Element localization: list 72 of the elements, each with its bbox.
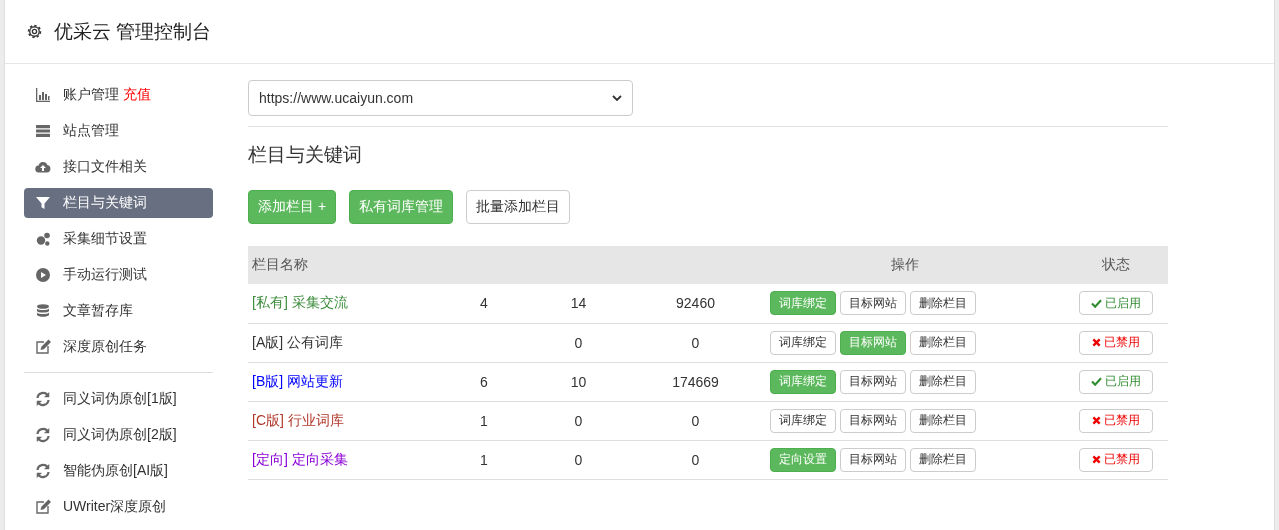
- action-button[interactable]: 批量添加栏目: [466, 190, 571, 224]
- column-header: 栏目名称: [248, 246, 433, 284]
- operation-button[interactable]: 删除栏目: [910, 369, 976, 394]
- operation-button[interactable]: 删除栏目: [910, 330, 976, 355]
- check-icon: [1091, 298, 1102, 308]
- sidebar-item[interactable]: 接口文件相关: [24, 152, 213, 182]
- cross-icon: [1092, 416, 1101, 425]
- status-button[interactable]: 已禁用: [1079, 408, 1153, 433]
- sidebar-item[interactable]: 采集细节设置: [24, 224, 213, 254]
- sidebar-item[interactable]: 同义词伪原创[2版]: [24, 420, 213, 450]
- operation-button[interactable]: 删除栏目: [910, 408, 976, 433]
- app-title: 优采云 管理控制台: [54, 19, 212, 44]
- sidebar-item[interactable]: 手动运行测试: [24, 260, 213, 290]
- server-icon: [35, 123, 51, 139]
- settings-icon: [25, 22, 44, 41]
- table-cell: 1: [480, 451, 488, 468]
- table-cell: 10: [570, 373, 587, 390]
- table-cell: 0: [574, 334, 583, 351]
- operation-button[interactable]: 词库绑定: [770, 408, 836, 433]
- column-name: [定向] 定向采集: [252, 450, 348, 467]
- table-cell: 174669: [672, 373, 719, 390]
- database-icon: [35, 303, 51, 319]
- cross-icon: [1092, 455, 1101, 464]
- refresh-icon: [35, 463, 51, 479]
- refresh-icon: [35, 391, 51, 407]
- chevron-down-icon: [612, 95, 622, 101]
- status-button[interactable]: 已禁用: [1079, 447, 1153, 472]
- sidebar-item[interactable]: 栏目与关键词: [24, 188, 213, 218]
- table-cell: 14: [570, 295, 587, 312]
- operation-button[interactable]: 删除栏目: [910, 291, 976, 316]
- column-header: 状态: [1064, 246, 1168, 284]
- site-select[interactable]: https://www.ucaiyun.com: [248, 80, 633, 116]
- operation-button[interactable]: 词库绑定: [770, 330, 836, 355]
- sidebar-item[interactable]: 深度原创任务: [24, 332, 213, 362]
- sidebar-item[interactable]: 账户管理 充值: [24, 80, 213, 110]
- check-icon: [1091, 377, 1102, 386]
- edit-icon: [35, 499, 51, 515]
- table-cell: 0: [691, 451, 700, 468]
- cloud-upload-icon: [35, 159, 51, 175]
- bar-chart-icon: [35, 87, 51, 103]
- status-button[interactable]: 已禁用: [1079, 330, 1153, 355]
- operation-button[interactable]: 目标网站: [840, 291, 906, 316]
- sidebar-item[interactable]: 智能伪原创[AI版]: [24, 456, 213, 486]
- table-cell: 0: [574, 451, 583, 468]
- sidebar-item[interactable]: 文章暂存库: [24, 296, 213, 326]
- status-button[interactable]: 已启用: [1079, 369, 1153, 394]
- table-cell: 6: [480, 373, 488, 390]
- edit-icon: [35, 339, 51, 355]
- cross-icon: [1092, 338, 1101, 347]
- sidebar-item[interactable]: 站点管理: [24, 116, 213, 146]
- column-name: [C版] 行业词库: [252, 411, 344, 428]
- table-cell: 1: [480, 412, 488, 429]
- table-cell: 4: [480, 295, 488, 312]
- sidebar-item[interactable]: UWriter深度原创: [24, 492, 213, 522]
- operation-button[interactable]: 删除栏目: [910, 447, 976, 472]
- table-cell: 0: [691, 412, 700, 429]
- operation-button[interactable]: 目标网站: [840, 369, 906, 394]
- play-icon: [35, 267, 51, 283]
- section-title: 栏目与关键词: [248, 143, 363, 167]
- operation-button[interactable]: 目标网站: [840, 408, 906, 433]
- column-header: 操作: [769, 246, 1064, 284]
- operation-button[interactable]: 目标网站: [840, 447, 906, 472]
- table-cell: 92460: [676, 295, 715, 312]
- table-cell: 0: [691, 334, 700, 351]
- table-cell: 0: [574, 412, 583, 429]
- status-button[interactable]: 已启用: [1079, 291, 1153, 316]
- column-name: [私有] 采集交流: [252, 294, 348, 311]
- sidebar-item[interactable]: 同义词伪原创[1版]: [24, 384, 213, 414]
- filter-icon: [35, 195, 51, 211]
- column-name: [B版] 网站更新: [252, 372, 343, 389]
- column-name: [A版] 公有词库: [252, 333, 343, 350]
- refresh-icon: [35, 427, 51, 443]
